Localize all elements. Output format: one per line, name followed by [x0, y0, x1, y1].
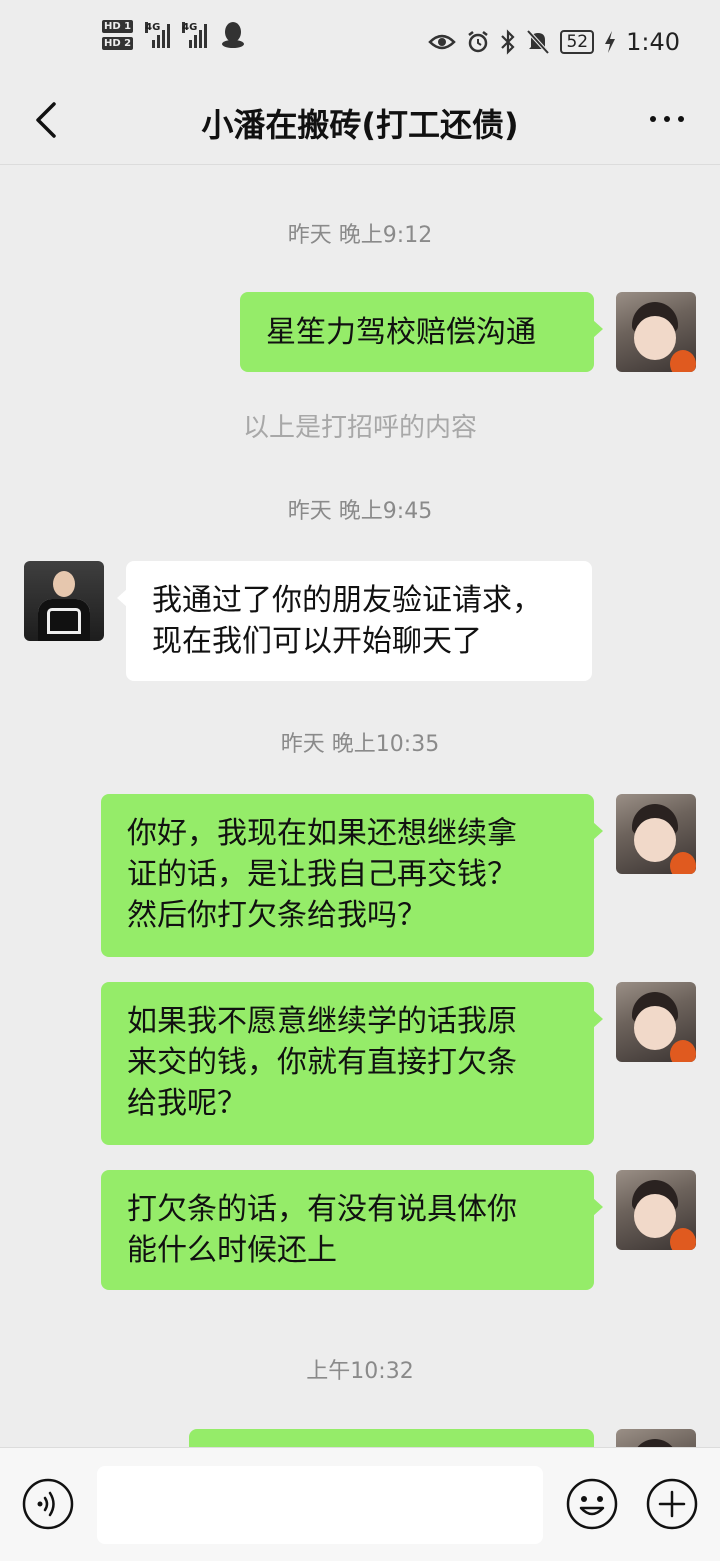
system-notice: 以上是打招呼的内容 [242, 413, 477, 443]
battery-indicator: 52 [560, 30, 595, 54]
eye-icon [428, 34, 457, 50]
message-text: 你好，我现在如果还想继续拿 证的话，是让我自己再交钱？ 然后你打欠条给我吗？ [127, 816, 517, 933]
signal-2-icon: 4G [182, 22, 208, 48]
hd1-indicator: HD 1 [102, 20, 134, 33]
message-text: 打欠条的话，有没有说具体你 能什么时候还上 [127, 1192, 517, 1268]
message-bubble-sent[interactable] [189, 1429, 594, 1447]
message-text: 如果我不愿意继续学的话我原 来交的钱，你就有直接打欠条 给我呢？ [127, 1004, 517, 1121]
chat-header: 小潘在搬砖(打工还债) [0, 82, 720, 165]
message-bubble-received[interactable]: 我通过了你的朋友验证请求， 现在我们可以开始聊天了 [117, 561, 592, 681]
message-bubble-sent[interactable]: 如果我不愿意继续学的话我原 来交的钱，你就有直接打欠条 给我呢？ [101, 982, 603, 1145]
status-bar: HD 1 HD 2 4G 4G 52 1:40 [0, 0, 720, 82]
my-avatar[interactable] [616, 794, 696, 874]
charging-icon [605, 31, 616, 53]
my-avatar[interactable] [616, 1170, 696, 1250]
timestamp: 昨天 晚上9:45 [287, 499, 433, 524]
qq-icon [222, 22, 245, 48]
bluetooth-icon [501, 29, 516, 55]
signal-icon: 4G [145, 22, 171, 48]
status-left: HD 1 HD 2 4G 4G [102, 20, 245, 50]
plus-icon[interactable] [646, 1478, 698, 1530]
hd-indicators: HD 1 HD 2 [102, 20, 134, 50]
emoji-icon[interactable] [566, 1478, 618, 1530]
my-avatar[interactable] [616, 982, 696, 1062]
message-text: 我通过了你的朋友验证请求， 现在我们可以开始聊天了 [152, 583, 542, 659]
message-input[interactable] [97, 1466, 543, 1544]
message-bubble-sent[interactable]: 星笙力驾校赔偿沟通 [240, 292, 603, 372]
voice-icon[interactable] [22, 1478, 74, 1530]
hd2-indicator: HD 2 [102, 37, 134, 50]
message-text: 星笙力驾校赔偿沟通 [266, 315, 536, 350]
net1-label: 4G [145, 22, 161, 33]
chat-title: 小潘在搬砖(打工还债) [201, 106, 519, 144]
status-right: 52 1:40 [428, 28, 680, 56]
timestamp: 上午10:32 [306, 1359, 414, 1384]
mute-icon [526, 29, 550, 55]
timestamp: 昨天 晚上9:12 [287, 223, 433, 248]
alarm-icon [468, 31, 489, 53]
message-bubble-sent[interactable]: 打欠条的话，有没有说具体你 能什么时候还上 [101, 1170, 603, 1290]
message-bubble-sent[interactable]: 你好，我现在如果还想继续拿 证的话，是让我自己再交钱？ 然后你打欠条给我吗？ [101, 794, 603, 957]
clock: 1:40 [626, 28, 680, 56]
input-bar [0, 1447, 720, 1561]
net2-label: 4G [182, 22, 198, 33]
my-avatar[interactable] [616, 1429, 696, 1447]
contact-avatar[interactable] [24, 561, 104, 641]
chat-message-list[interactable]: 昨天 晚上9:12 星笙力驾校赔偿沟通 以上是打招呼的内容 昨天 晚上9:45 … [0, 165, 720, 1447]
timestamp: 昨天 晚上10:35 [280, 732, 440, 757]
my-avatar[interactable] [616, 292, 696, 372]
more-options-icon[interactable] [650, 116, 684, 122]
